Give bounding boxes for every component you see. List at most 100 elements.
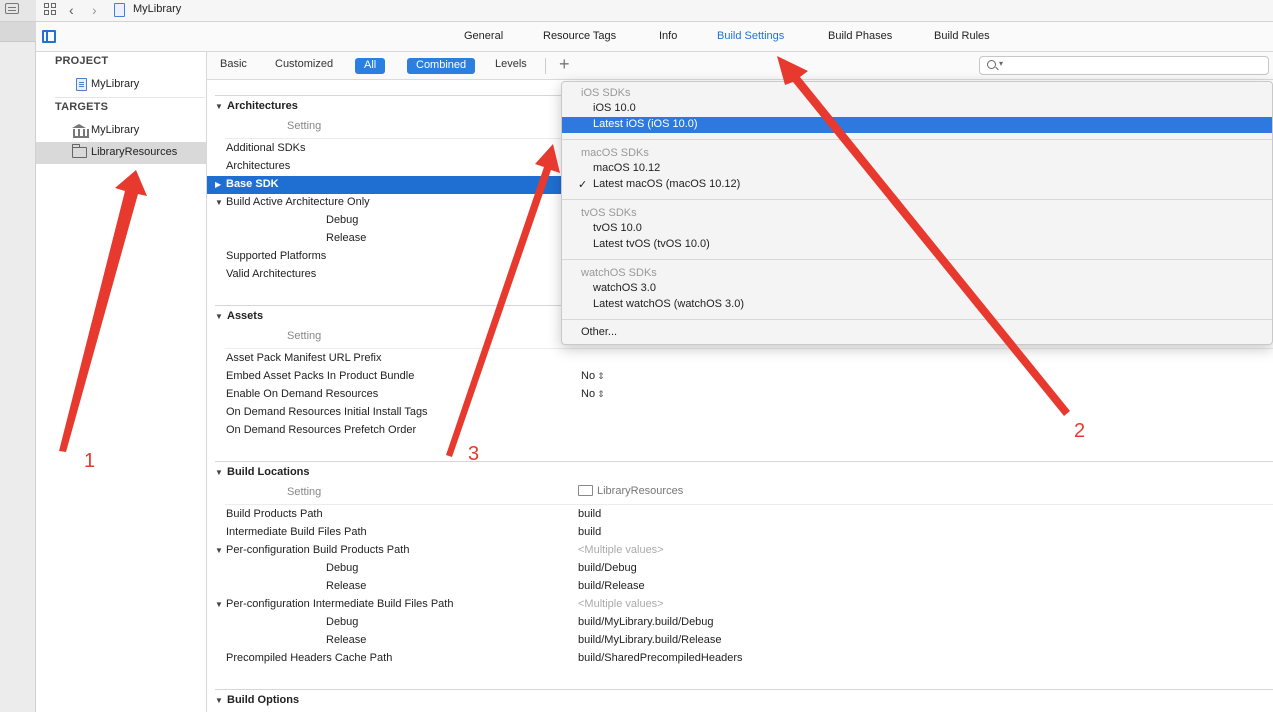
tab-build-rules[interactable]: Build Rules xyxy=(934,30,990,42)
annotation-label-2: 2 xyxy=(1074,420,1086,442)
setting-value[interactable]: <Multiple values> xyxy=(578,598,664,610)
sidebar-toggle-icon[interactable] xyxy=(42,30,56,43)
setting-row-release[interactable]: Release build/Release xyxy=(207,578,1273,596)
menu-item-other[interactable]: Other... xyxy=(562,325,1272,341)
setting-column-header: Setting xyxy=(287,486,322,498)
setting-name: Supported Platforms xyxy=(226,250,327,262)
menu-group-header-ios: iOS SDKs xyxy=(581,87,631,99)
setting-column-header: Setting xyxy=(287,330,322,342)
setting-value[interactable]: build/Release xyxy=(578,580,645,592)
chevron-down-icon: ▾ xyxy=(999,59,1004,68)
tab-build-settings[interactable]: Build Settings xyxy=(717,30,784,42)
setting-value[interactable]: No ⇕ xyxy=(581,370,605,382)
sidebar-item-target-mylibrary[interactable]: MyLibrary xyxy=(36,120,206,142)
disclosure-triangle-icon[interactable]: ▼ xyxy=(215,600,223,609)
menu-item-label: iOS 10.0 xyxy=(593,102,636,114)
menu-item-label: Latest watchOS (watchOS 3.0) xyxy=(593,298,745,310)
setting-name: Debug xyxy=(326,616,359,628)
section-title-assets: Assets xyxy=(227,310,264,322)
chevron-left-icon[interactable]: ‹ xyxy=(69,2,74,18)
setting-value[interactable]: No ⇕ xyxy=(581,388,605,400)
disclosure-triangle-icon[interactable]: ▼ xyxy=(215,102,223,111)
setting-row-build-products-path[interactable]: Build Products Path build xyxy=(207,506,1273,524)
stepper-arrows-icon: ⇕ xyxy=(597,371,605,381)
library-icon xyxy=(72,124,89,138)
tab-resource-tags[interactable]: Resource Tags xyxy=(543,30,616,42)
search-field[interactable]: ▾ xyxy=(979,56,1269,75)
setting-value[interactable]: build xyxy=(578,526,601,538)
menu-item-label: Latest iOS (iOS 10.0) xyxy=(593,118,698,130)
sidebar-item-target-libraryresources[interactable]: LibraryResources xyxy=(36,142,206,164)
menu-item-latest-ios[interactable]: Latest iOS (iOS 10.0) xyxy=(562,117,1272,133)
setting-value[interactable]: build/Debug xyxy=(578,562,637,574)
setting-name: Build Products Path xyxy=(226,508,323,520)
menu-item-latest-macos[interactable]: ✓ Latest macOS (macOS 10.12) xyxy=(562,177,1272,193)
setting-row-debug[interactable]: Debug build/Debug xyxy=(207,560,1273,578)
left-gutter xyxy=(0,0,36,712)
menu-item-label: tvOS 10.0 xyxy=(593,222,642,234)
disclosure-triangle-icon[interactable]: ▼ xyxy=(215,468,223,477)
setting-value[interactable]: build xyxy=(578,508,601,520)
setting-row-release[interactable]: Release build/MyLibrary.build/Release xyxy=(207,632,1273,650)
project-sidebar: PROJECT MyLibrary TARGETS MyLibrary Libr… xyxy=(36,52,207,712)
setting-name: Build Active Architecture Only xyxy=(226,196,370,208)
view-levels-button[interactable]: Levels xyxy=(495,58,527,70)
project-file-icon xyxy=(76,78,87,91)
filter-customized-button[interactable]: Customized xyxy=(275,58,333,70)
menu-item-label: watchOS 3.0 xyxy=(593,282,656,294)
grid-icon[interactable] xyxy=(44,3,57,16)
setting-row-enable-odr[interactable]: Enable On Demand Resources No ⇕ xyxy=(207,386,1273,404)
menu-group-header-watchos: watchOS SDKs xyxy=(581,267,657,279)
settings-filter-bar: Basic Customized All Combined Levels + ▾ xyxy=(207,52,1273,80)
setting-name: Per-configuration Build Products Path xyxy=(226,544,410,556)
stepper-arrows-icon: ⇕ xyxy=(597,389,605,399)
setting-row-manifest-url[interactable]: Asset Pack Manifest URL Prefix xyxy=(207,350,1273,368)
tab-general[interactable]: General xyxy=(464,30,503,42)
filter-all-button[interactable]: All xyxy=(355,58,386,74)
menu-item-macos-10-12[interactable]: macOS 10.12 xyxy=(562,161,1272,177)
menu-item-watchos-3[interactable]: watchOS 3.0 xyxy=(562,281,1272,297)
disclosure-triangle-icon[interactable]: ▼ xyxy=(215,198,223,207)
bundle-folder-icon xyxy=(578,485,593,496)
editor-tab-bar: General Resource Tags Info Build Setting… xyxy=(36,22,1273,52)
menu-item-latest-tvos[interactable]: Latest tvOS (tvOS 10.0) xyxy=(562,237,1272,253)
sidebar-item-label: MyLibrary xyxy=(91,124,140,136)
setting-row-per-config-products[interactable]: ▼ Per-configuration Build Products Path … xyxy=(207,542,1273,560)
setting-value[interactable]: build/SharedPrecompiledHeaders xyxy=(578,652,742,664)
setting-row-prefetch-order[interactable]: On Demand Resources Prefetch Order xyxy=(207,422,1273,440)
filter-basic-button[interactable]: Basic xyxy=(220,58,247,70)
setting-value[interactable]: <Multiple values> xyxy=(578,544,664,556)
menu-item-ios-10[interactable]: iOS 10.0 xyxy=(562,101,1272,117)
setting-name: On Demand Resources Initial Install Tags xyxy=(226,406,428,418)
setting-row-intermediate-path[interactable]: Intermediate Build Files Path build xyxy=(207,524,1273,542)
setting-name: Architectures xyxy=(226,160,291,172)
setting-row-precompiled-headers[interactable]: Precompiled Headers Cache Path build/Sha… xyxy=(207,650,1273,668)
setting-row-embed-asset-packs[interactable]: Embed Asset Packs In Product Bundle No ⇕ xyxy=(207,368,1273,386)
sidebar-item-project[interactable]: MyLibrary xyxy=(36,74,206,96)
setting-value[interactable]: build/MyLibrary.build/Debug xyxy=(578,616,714,628)
setting-column-header: Setting xyxy=(287,120,322,132)
tab-build-phases[interactable]: Build Phases xyxy=(828,30,892,42)
menu-item-latest-watchos[interactable]: Latest watchOS (watchOS 3.0) xyxy=(562,297,1272,313)
setting-row-initial-install-tags[interactable]: On Demand Resources Initial Install Tags xyxy=(207,404,1273,422)
section-title-build-locations: Build Locations xyxy=(227,466,310,478)
menu-item-tvos-10[interactable]: tvOS 10.0 xyxy=(562,221,1272,237)
jump-bar-title[interactable]: MyLibrary xyxy=(133,3,181,15)
setting-value[interactable]: build/MyLibrary.build/Release xyxy=(578,634,721,646)
setting-row-debug[interactable]: Debug build/MyLibrary.build/Debug xyxy=(207,614,1273,632)
filter-divider xyxy=(545,58,546,74)
disclosure-triangle-icon[interactable]: ▼ xyxy=(215,312,223,321)
disclosure-triangle-icon[interactable]: ▶ xyxy=(215,180,221,189)
disclosure-triangle-icon[interactable]: ▼ xyxy=(215,546,223,555)
disclosure-triangle-icon[interactable]: ▼ xyxy=(215,696,223,705)
add-setting-button[interactable]: + xyxy=(559,54,570,75)
chevron-right-icon[interactable]: › xyxy=(92,2,97,18)
setting-name: Additional SDKs xyxy=(226,142,306,154)
view-combined-button[interactable]: Combined xyxy=(407,58,476,74)
chat-icon[interactable] xyxy=(5,3,19,14)
setting-row-per-config-intermediate[interactable]: ▼ Per-configuration Intermediate Build F… xyxy=(207,596,1273,614)
tab-info[interactable]: Info xyxy=(659,30,677,42)
menu-group-header-tvos: tvOS SDKs xyxy=(581,207,637,219)
menu-item-label: macOS 10.12 xyxy=(593,162,661,174)
setting-name: Release xyxy=(326,634,367,646)
